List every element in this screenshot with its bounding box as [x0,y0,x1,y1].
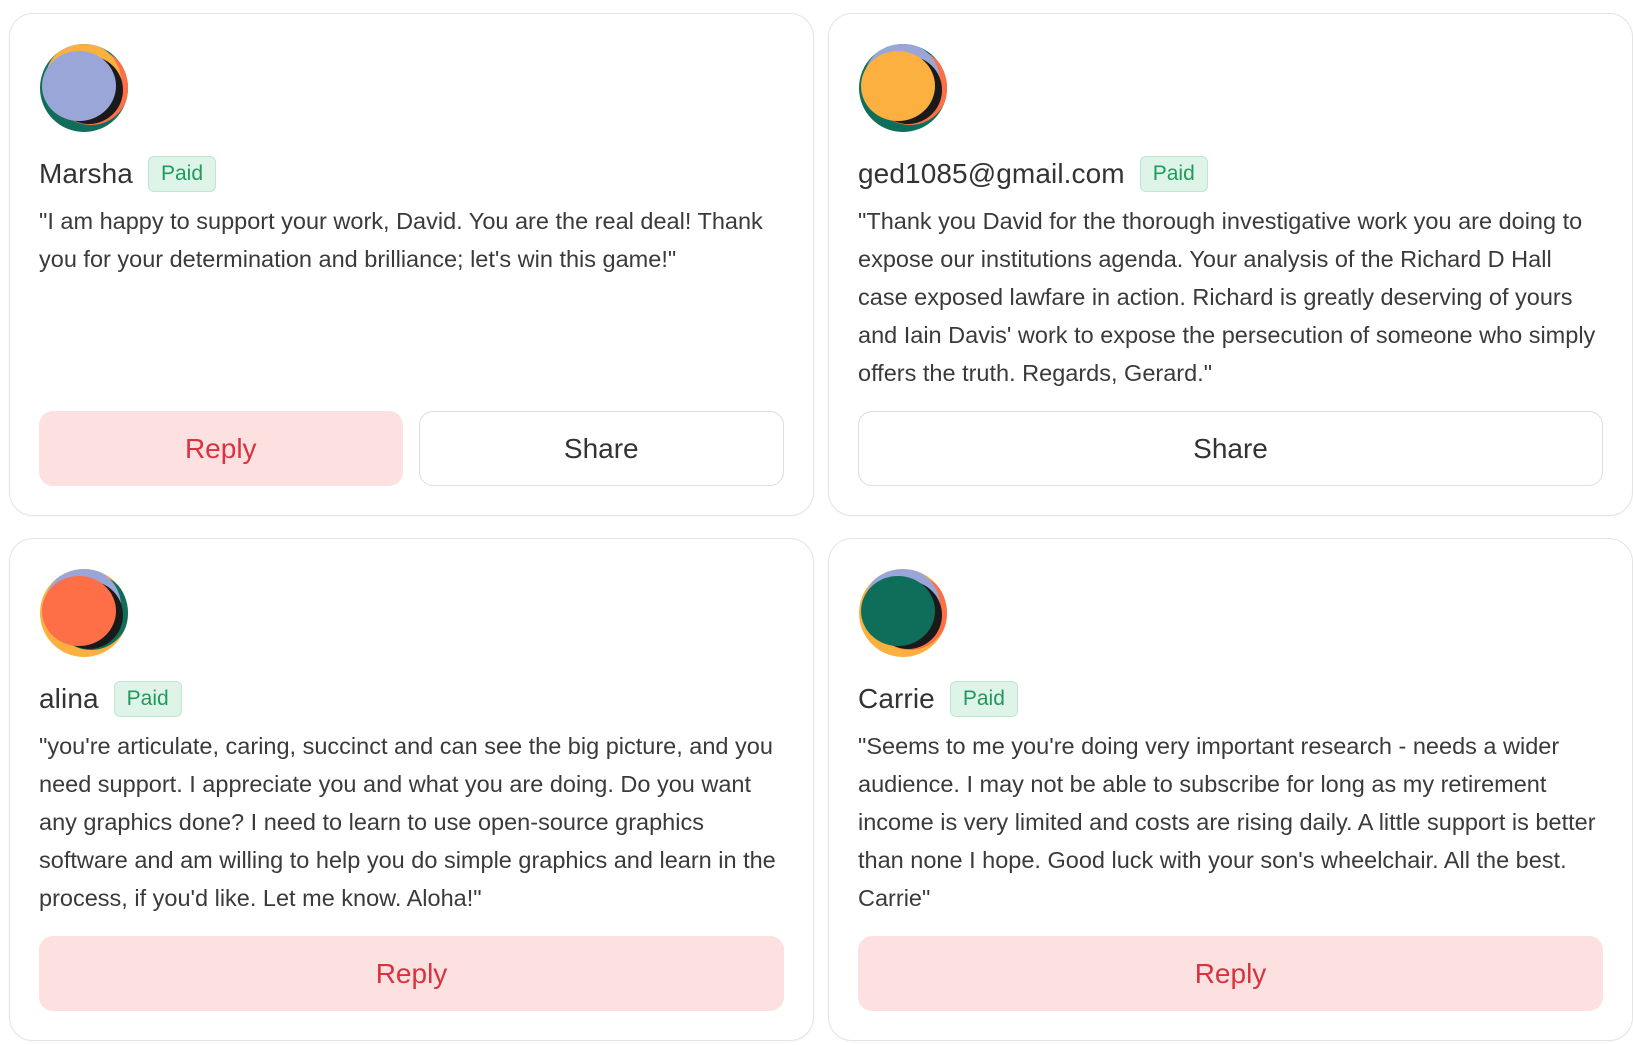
comment-card: ged1085@gmail.com Paid "Thank you David … [828,13,1633,516]
author-row: ged1085@gmail.com Paid [858,154,1208,194]
card-actions: Share [858,411,1603,486]
reply-button[interactable]: Reply [39,936,784,1011]
paid-badge: Paid [1139,156,1208,192]
author-name: Carrie [858,683,935,714]
reply-button[interactable]: Reply [39,411,403,486]
avatar-icon [859,569,947,657]
comment-text: "you're articulate, caring, succinct and… [39,733,776,911]
card-actions: Reply Share [39,411,784,486]
paid-badge: Paid [949,681,1018,717]
author-name: Marsha [39,158,133,189]
comment-card: alina Paid "you're articulate, caring, s… [9,538,814,1041]
author-row: Marsha Paid [39,154,216,194]
reply-button[interactable]: Reply [858,936,1603,1011]
paid-badge: Paid [147,156,216,192]
avatar-icon [40,44,128,132]
share-button[interactable]: Share [418,411,784,486]
share-button[interactable]: Share [858,411,1603,486]
avatar[interactable] [858,43,948,133]
comment-text: "Seems to me you're doing very important… [858,733,1596,911]
avatar[interactable] [39,43,129,133]
comment-text: "I am happy to support your work, David.… [39,208,763,272]
author-row: alina Paid [39,679,182,719]
avatar[interactable] [858,568,948,658]
card-actions: Reply [858,936,1603,1011]
paid-badge: Paid [113,681,182,717]
author-name: ged1085@gmail.com [858,158,1125,189]
comment-card: Carrie Paid "Seems to me you're doing ve… [828,538,1633,1041]
author-row: Carrie Paid [858,679,1018,719]
comment-card: Marsha Paid "I am happy to support your … [9,13,814,516]
author-name: alina [39,683,99,714]
comment-text: "Thank you David for the thorough invest… [858,208,1596,386]
card-actions: Reply [39,936,784,1011]
avatar-icon [40,569,128,657]
avatar-icon [859,44,947,132]
avatar[interactable] [39,568,129,658]
